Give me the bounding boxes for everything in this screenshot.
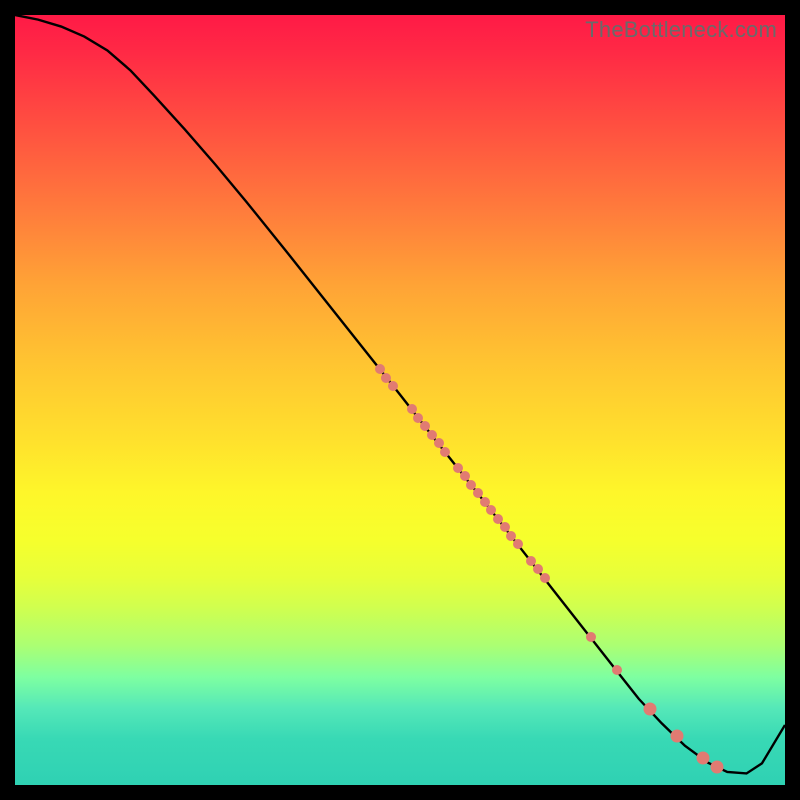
scatter-dot — [671, 730, 684, 743]
scatter-dot — [612, 665, 622, 675]
scatter-dot — [586, 632, 596, 642]
scatter-dot — [440, 447, 450, 457]
bottleneck-curve — [15, 15, 785, 785]
chart-plot-area: TheBottleneck.com — [15, 15, 785, 785]
scatter-dot — [697, 752, 710, 765]
scatter-dot — [711, 760, 724, 773]
curve-path — [15, 15, 785, 773]
scatter-dot — [513, 539, 523, 549]
scatter-dot — [388, 381, 398, 391]
chart-frame: TheBottleneck.com — [0, 0, 800, 800]
scatter-dot — [644, 702, 657, 715]
scatter-dot — [540, 573, 550, 583]
